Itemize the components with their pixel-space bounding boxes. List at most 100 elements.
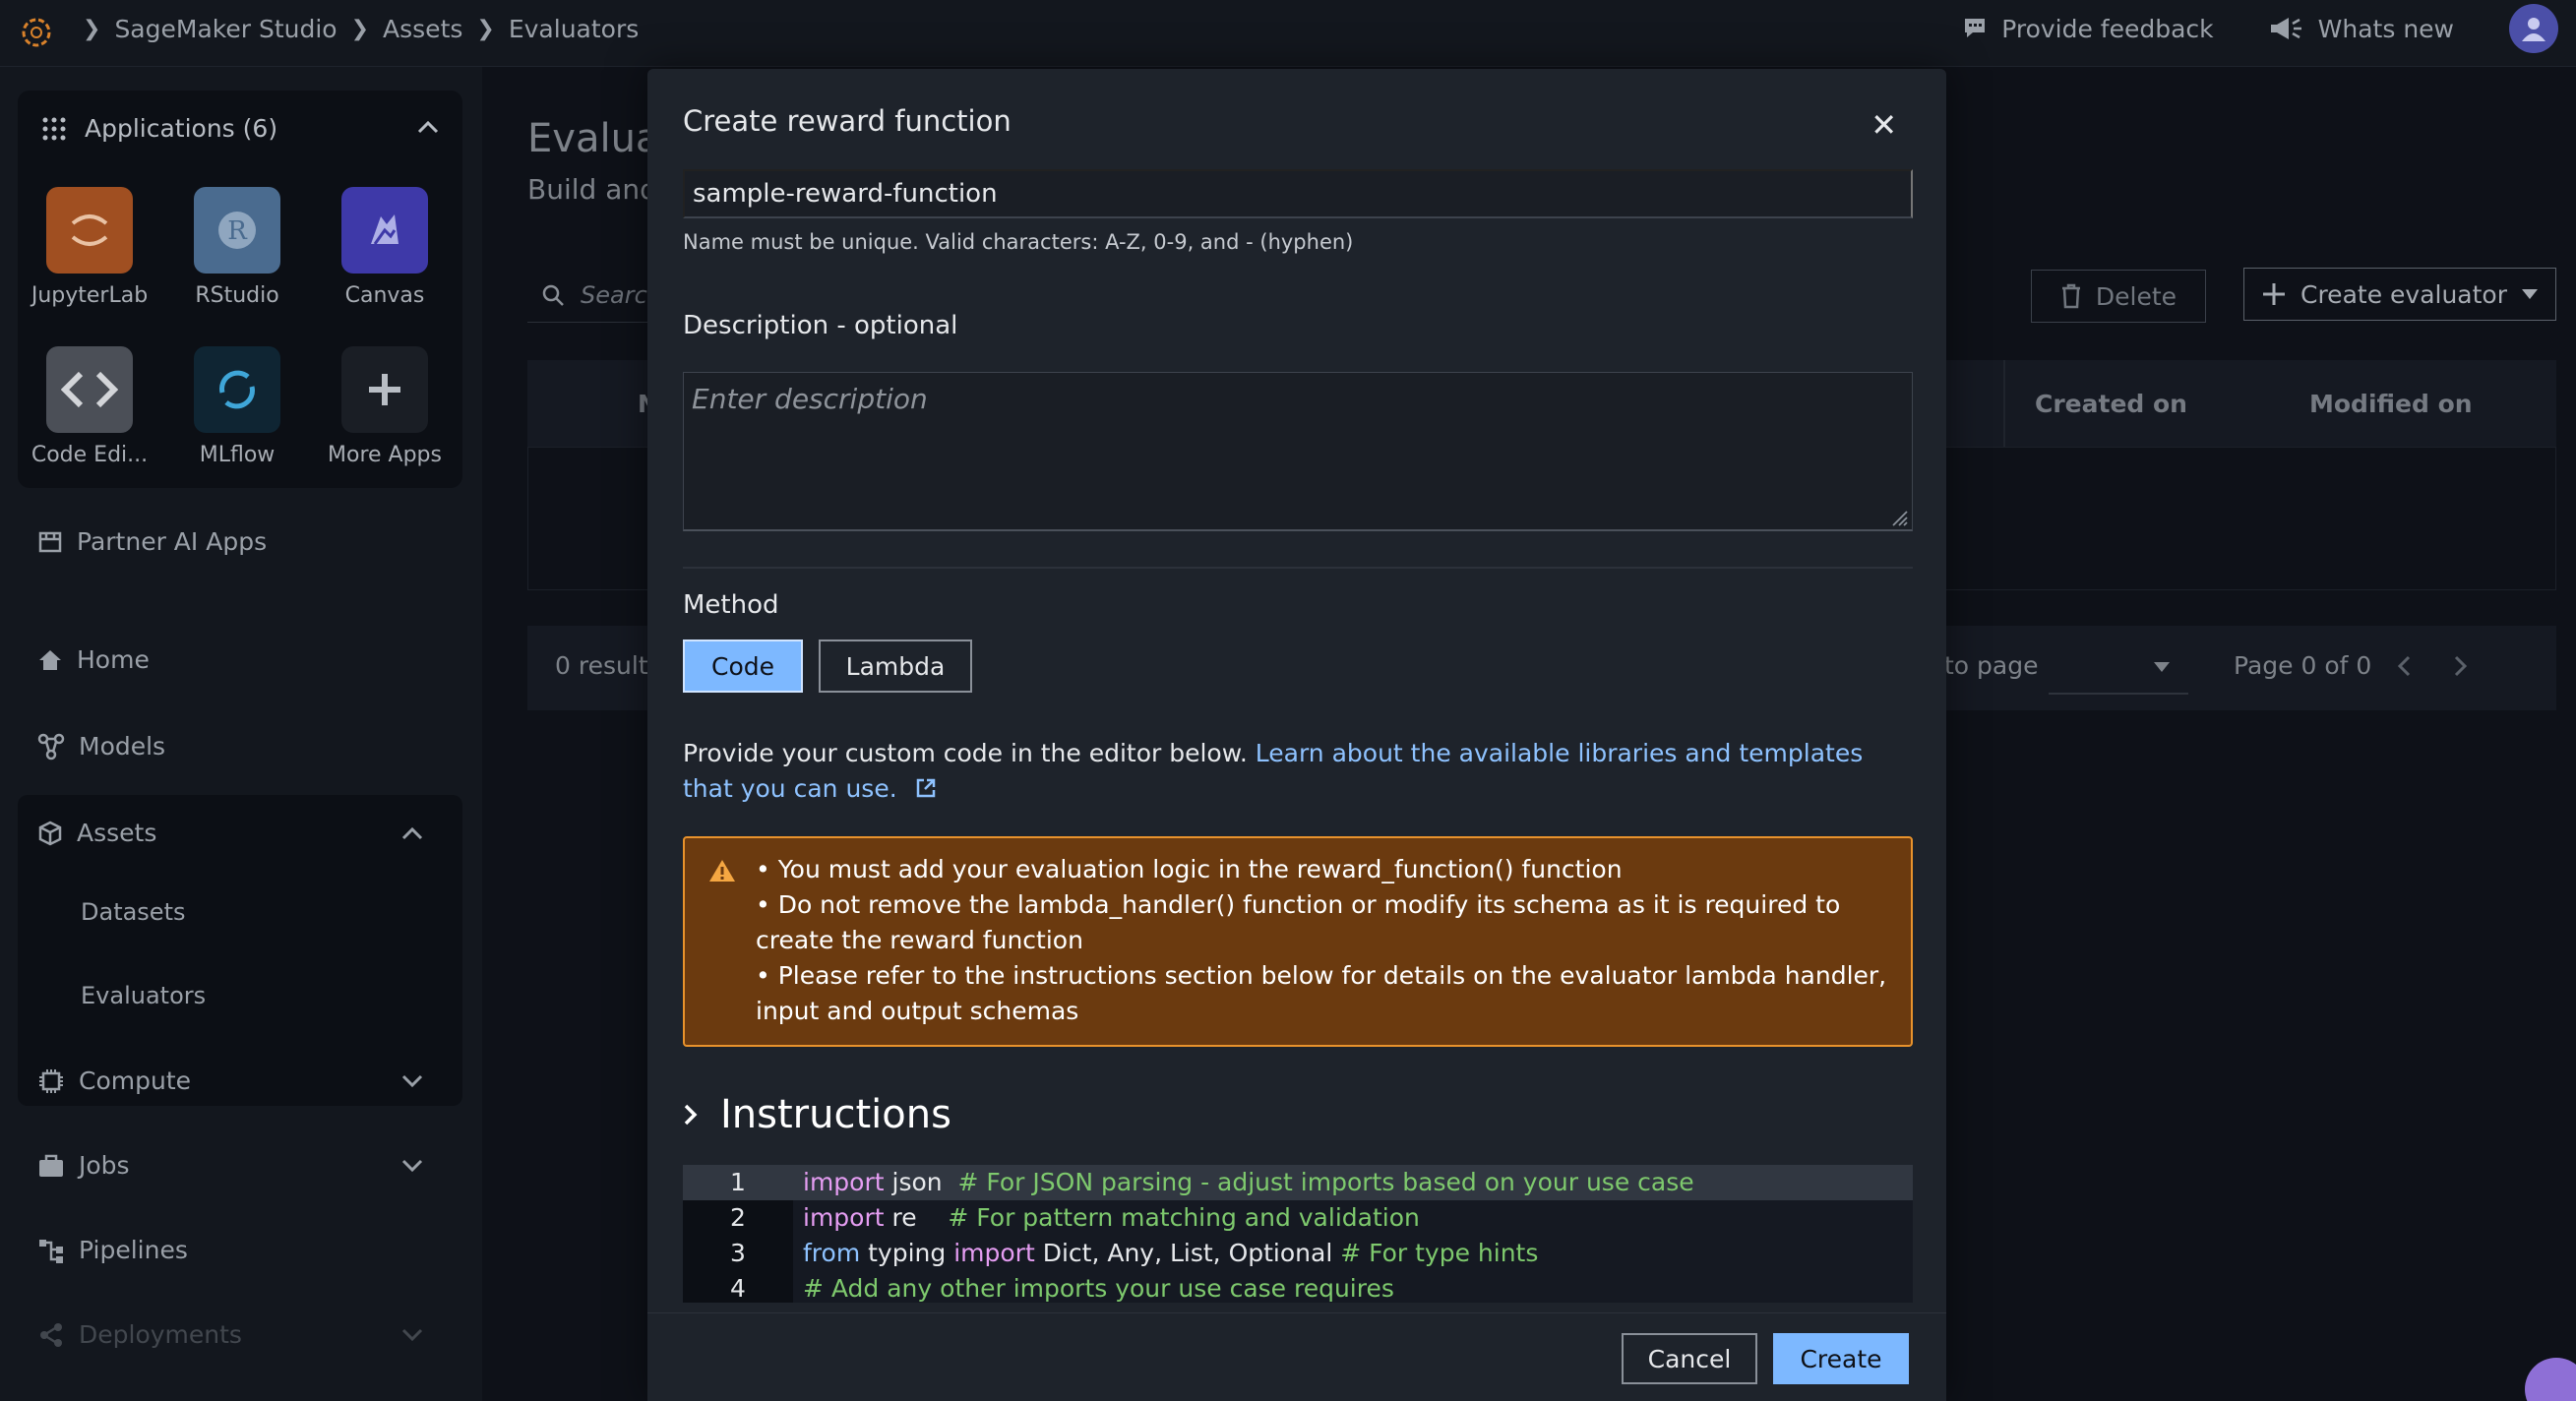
column-header-modified-on[interactable]: Modified on (2309, 390, 2473, 418)
create-reward-function-modal: Create reward function ✕ Name must be un… (647, 69, 1946, 1401)
app-code-editor[interactable]: Code Edi... (26, 346, 153, 467)
instructions-expander[interactable]: Instructions (683, 1092, 951, 1137)
chevron-down-icon[interactable] (401, 1074, 423, 1088)
user-avatar[interactable] (2509, 4, 2558, 53)
warning-alert: • You must add your evaluation logic in … (683, 836, 1913, 1047)
sidebar-item-pipelines[interactable]: Pipelines (37, 1236, 188, 1264)
sidebar-item-label: Pipelines (79, 1236, 188, 1264)
deployments-icon (40, 1322, 62, 1347)
provide-feedback-button[interactable]: Provide feedback (1962, 15, 2214, 43)
app-label: More Apps (328, 443, 442, 467)
sidebar-item-jobs[interactable]: Jobs (37, 1151, 423, 1180)
code-editor[interactable]: 1 import json # For JSON parsing - adjust… (683, 1165, 1913, 1303)
chevron-down-icon[interactable] (401, 1328, 423, 1342)
create-button[interactable]: Create (1773, 1333, 1909, 1384)
canvas-icon (341, 187, 428, 274)
app-jupyterlab[interactable]: JupyterLab (26, 187, 153, 308)
models-icon (37, 733, 65, 760)
line-number: 2 (730, 1203, 746, 1232)
sidebar-item-datasets[interactable]: Datasets (81, 898, 186, 926)
cube-icon (38, 821, 62, 845)
external-link-icon[interactable] (915, 777, 937, 799)
sidebar-item-evaluators[interactable]: Evaluators (81, 982, 206, 1009)
chevron-right-icon: ❯ (476, 16, 495, 41)
sagemaker-logo-icon[interactable] (20, 16, 53, 49)
method-label: Method (683, 590, 779, 620)
warning-line: • You must add your evaluation logic in … (756, 855, 1623, 883)
warning-line: • Please refer to the instructions secti… (756, 961, 1887, 1025)
method-code-toggle[interactable]: Code (683, 640, 803, 693)
whats-new-label: Whats new (2317, 14, 2454, 43)
code-line[interactable]: 4 # Add any other imports your use case r… (683, 1271, 1913, 1303)
warning-icon (709, 860, 735, 882)
cancel-button[interactable]: Cancel (1622, 1333, 1757, 1384)
feedback-bubble-icon (1965, 19, 1986, 37)
plus-icon (2263, 283, 2285, 305)
whats-new-button[interactable]: Whats new (2269, 15, 2454, 43)
app-label: Code Edi... (31, 443, 149, 467)
sidebar-item-deployments[interactable]: Deployments (37, 1320, 423, 1349)
page-subtitle: Build and (527, 173, 657, 206)
code-line[interactable]: 1 import json # For JSON parsing - adjust… (683, 1165, 1913, 1200)
sidebar-item-partner-ai-apps[interactable]: Partner AI Apps (37, 527, 267, 556)
code-text: import json # For JSON parsing - adjust … (803, 1165, 1694, 1200)
code-token: import (803, 1168, 885, 1196)
pipeline-icon (39, 1239, 63, 1263)
code-token: # For type hints (1332, 1239, 1539, 1267)
app-label: JupyterLab (31, 283, 149, 308)
app-rstudio[interactable]: R RStudio (173, 187, 301, 308)
chevron-left-icon[interactable] (2397, 655, 2411, 677)
breadcrumb-sagemaker-studio[interactable]: SageMaker Studio (114, 15, 337, 43)
line-number: 3 (730, 1239, 746, 1267)
sidebar-item-label: Compute (79, 1066, 192, 1095)
code-token: Dict, Any, List, Optional (1034, 1239, 1333, 1267)
app-more-apps[interactable]: More Apps (321, 346, 449, 467)
sidebar-item-label: Partner AI Apps (77, 527, 268, 556)
chevron-right-icon[interactable] (2454, 655, 2468, 677)
code-line[interactable]: 2 import re # For pattern matching and va… (683, 1200, 1913, 1236)
modal-title: Create reward function (683, 104, 1012, 138)
sidebar-item-label: Deployments (79, 1320, 242, 1349)
chip-icon (39, 1068, 63, 1093)
chevron-right-icon (684, 1104, 698, 1126)
sidebar-item-label: Home (77, 645, 150, 674)
app-mlflow[interactable]: MLflow (173, 346, 301, 467)
applications-header[interactable]: Applications (6) (41, 114, 277, 143)
warning-line: • Do not remove the lambda_handler() fun… (756, 890, 1841, 954)
delete-button[interactable]: Delete (2031, 270, 2206, 323)
store-icon (38, 531, 62, 552)
page-select[interactable] (2049, 640, 2188, 695)
chevron-down-icon[interactable] (401, 1159, 423, 1173)
editor-description-text: Provide your custom code in the editor b… (683, 739, 1256, 767)
column-header-created-on[interactable]: Created on (2035, 390, 2187, 418)
divider (683, 567, 1913, 569)
breadcrumb-assets[interactable]: Assets (383, 15, 462, 43)
column-divider (2003, 360, 2005, 447)
description-textarea[interactable] (683, 372, 1913, 531)
sidebar-item-assets[interactable]: Assets (37, 819, 423, 847)
applications-panel: Applications (6) JupyterLab R RStudio Ca… (18, 91, 462, 488)
home-icon (39, 649, 61, 670)
applications-label: Applications (6) (85, 114, 278, 143)
code-token: json (884, 1168, 943, 1196)
modal-footer: Cancel Create (647, 1312, 1946, 1401)
sidebar-item-models[interactable]: Models (37, 732, 165, 761)
code-line[interactable]: 3 from typing import Dict, Any, List, Opt… (683, 1236, 1913, 1271)
chevron-up-icon[interactable] (401, 826, 423, 840)
method-lambda-toggle[interactable]: Lambda (819, 640, 972, 693)
code-token: # Add any other imports your use case re… (803, 1274, 1394, 1303)
code-text: # Add any other imports your use case re… (803, 1271, 1394, 1303)
results-count: 0 result (555, 651, 648, 680)
name-input[interactable] (683, 169, 1913, 218)
page-indicator: Page 0 of 0 (2234, 651, 2372, 680)
sidebar-item-home[interactable]: Home (37, 645, 150, 674)
close-icon[interactable]: ✕ (1871, 106, 1897, 144)
caret-down-icon (2522, 289, 2538, 299)
svg-text:R: R (227, 216, 248, 246)
app-canvas[interactable]: Canvas (321, 187, 449, 308)
chevron-up-icon[interactable] (417, 120, 439, 134)
create-evaluator-button[interactable]: Create evaluator (2243, 268, 2556, 321)
code-text: import re # For pattern matching and val… (803, 1200, 1420, 1236)
resize-handle-icon[interactable] (1889, 508, 1909, 527)
sidebar-item-compute[interactable]: Compute (37, 1066, 423, 1095)
